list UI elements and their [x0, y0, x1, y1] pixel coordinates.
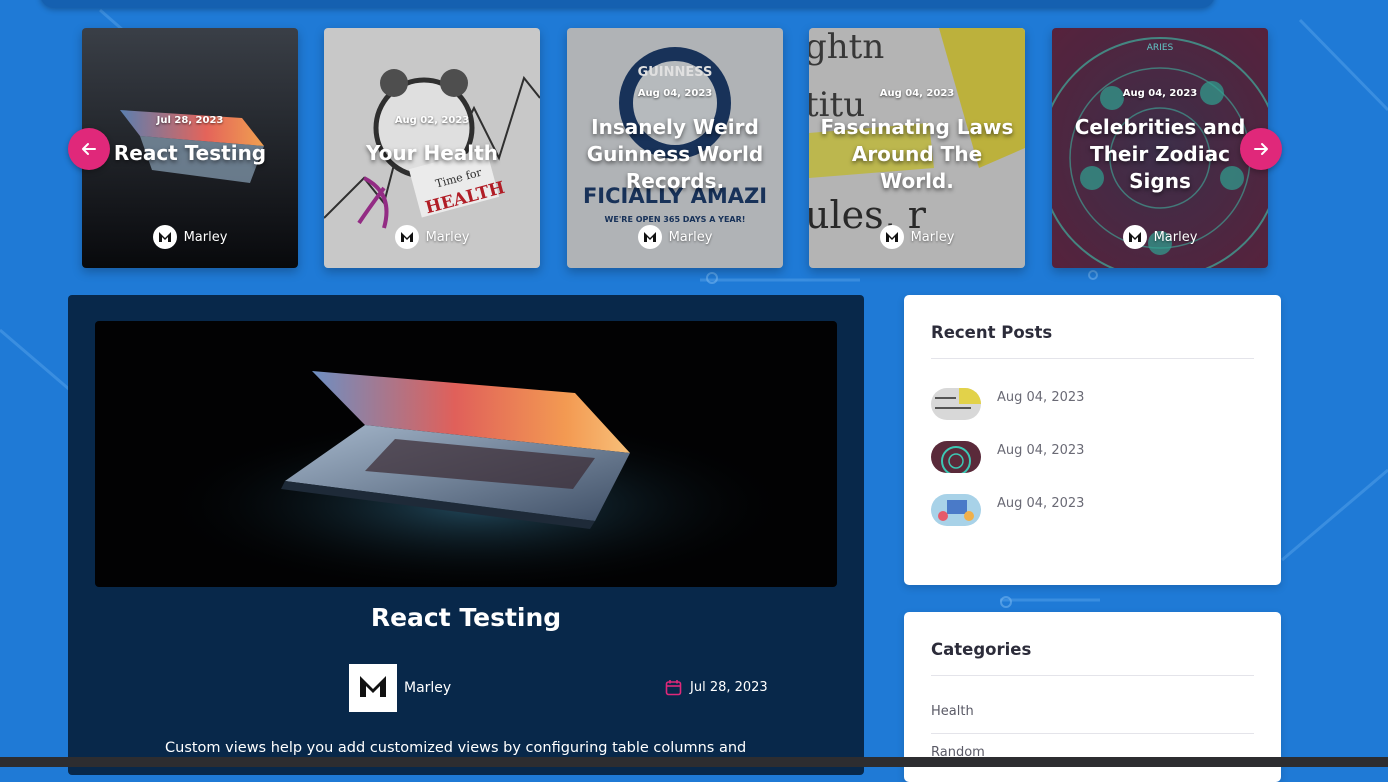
carousel-card-your-health[interactable]: Time for HEALTH Aug 02, 2023 Your Health…	[324, 28, 540, 268]
author-logo-icon	[637, 225, 662, 249]
carousel-card-react-testing[interactable]: Jul 28, 2023 React Testing Marley	[82, 28, 298, 268]
author-avatar	[349, 664, 397, 712]
post-title: React Testing	[370, 603, 562, 632]
widget-heading: Categories	[931, 640, 1032, 659]
recent-post-item[interactable]: Aug 04, 2023	[931, 388, 1084, 420]
card-date: Jul 28, 2023	[156, 115, 224, 126]
widget-heading: Recent Posts	[931, 323, 1053, 342]
recent-post-date: Aug 04, 2023	[997, 443, 1085, 458]
divider	[931, 733, 1254, 734]
recent-post-thumb	[931, 388, 981, 420]
carousel-card-laws[interactable]: ghtn titu ules, r Aug 04, 2023 Fascinati…	[809, 28, 1025, 268]
card-title[interactable]: React Testing	[90, 140, 290, 167]
author-logo-icon	[394, 225, 419, 249]
card-author: Marley	[324, 225, 540, 249]
card-author-name: Marley	[910, 229, 955, 245]
author-logo-icon	[879, 225, 904, 249]
arrow-right-icon	[1254, 143, 1268, 155]
featured-carousel: Jul 28, 2023 React Testing Marley Time f…	[82, 28, 1268, 268]
calendar-icon	[665, 680, 682, 696]
divider	[931, 675, 1254, 676]
card-author-name: Marley	[668, 229, 713, 245]
card-author-name: Marley	[183, 229, 228, 245]
post-excerpt: Custom views help you add customized vie…	[165, 740, 747, 756]
card-date: Aug 04, 2023	[637, 88, 713, 99]
card-author: Marley	[82, 225, 298, 249]
card-author: Marley	[567, 225, 783, 249]
carousel-card-guinness[interactable]: GUINNESS FICIALLY AMAZI WE'RE OPEN 365 D…	[567, 28, 783, 268]
recent-posts-widget: Recent Posts Aug 04, 2023 Aug 04, 2023 A…	[904, 295, 1281, 585]
recent-post-item[interactable]: Aug 04, 2023	[931, 441, 1084, 473]
card-author: Marley	[1052, 225, 1268, 249]
divider	[931, 358, 1254, 359]
card-title[interactable]: Celebrities and Their Zodiac Signs	[1060, 114, 1260, 195]
card-date: Aug 04, 2023	[879, 88, 955, 99]
card-title[interactable]: Insanely Weird Guinness World Records.	[575, 114, 775, 195]
recent-post-date: Aug 04, 2023	[997, 496, 1085, 511]
author-logo-icon	[1122, 225, 1147, 249]
post-date-text: Jul 28, 2023	[690, 680, 768, 695]
card-author-name: Marley	[1153, 229, 1198, 245]
post-hero-image	[95, 321, 837, 587]
arrow-left-icon	[82, 143, 96, 155]
category-link-health[interactable]: Health	[931, 704, 974, 719]
author-logo-icon	[360, 676, 386, 697]
recent-post-date: Aug 04, 2023	[997, 390, 1085, 405]
card-author-name: Marley	[425, 229, 470, 245]
top-nav-bar	[40, 0, 1215, 8]
carousel-prev-button[interactable]	[68, 128, 110, 170]
card-title[interactable]: Your Health	[332, 140, 532, 167]
os-taskbar	[0, 757, 1388, 767]
card-date: Aug 02, 2023	[394, 115, 470, 126]
recent-post-item[interactable]: Aug 04, 2023	[931, 494, 1084, 526]
post-author-name[interactable]: Marley	[404, 680, 451, 696]
post-author[interactable]: Marley	[349, 664, 451, 712]
post-date: Jul 28, 2023	[665, 679, 768, 696]
recent-post-thumb	[931, 494, 981, 526]
post-article: React Testing Marley Jul 28, 2023 Custom…	[68, 295, 864, 775]
card-date: Aug 04, 2023	[1122, 88, 1198, 99]
carousel-next-button[interactable]	[1240, 128, 1282, 170]
card-author: Marley	[809, 225, 1025, 249]
recent-post-thumb	[931, 441, 981, 473]
carousel-card-zodiac[interactable]: ARIES Aug 04, 2023 Celebrities and Their…	[1052, 28, 1268, 268]
card-title[interactable]: Fascinating Laws Around The World.	[817, 114, 1017, 195]
author-logo-icon	[152, 225, 177, 249]
